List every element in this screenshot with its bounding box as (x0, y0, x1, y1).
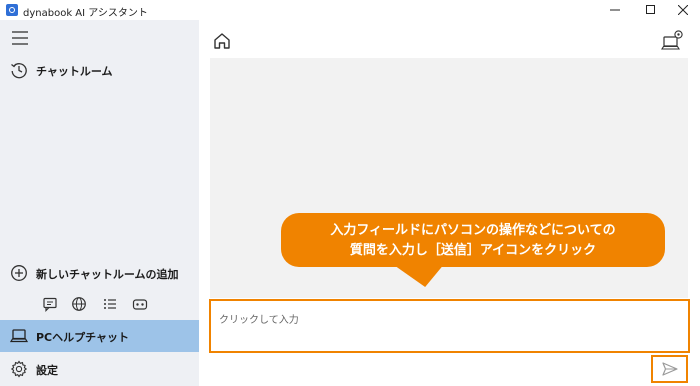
list-icon[interactable] (102, 296, 118, 312)
history-icon (10, 61, 28, 79)
maximize-icon (646, 5, 655, 14)
app-window: dynabook AI アシスタント チャットルーム 新しいチャットルームの追加… (0, 0, 700, 386)
chat-icon[interactable] (42, 296, 58, 312)
sidebar-item-label: PCヘルプチャット (36, 331, 130, 344)
home-icon[interactable] (212, 31, 232, 51)
app-logo-icon (6, 4, 18, 16)
sidebar-item-chatroom[interactable]: チャットルーム (0, 54, 199, 86)
minimize-icon (610, 9, 620, 11)
maximize-button[interactable] (634, 0, 668, 20)
pc-settings-icon[interactable] (661, 29, 685, 51)
window-title: dynabook AI アシスタント (23, 8, 148, 19)
robot-icon[interactable] (132, 296, 148, 312)
sidebar-item-add-chatroom[interactable]: 新しいチャットルームの追加 (0, 257, 199, 289)
gear-icon (10, 360, 28, 378)
laptop-icon (9, 327, 29, 345)
send-button[interactable] (651, 355, 688, 383)
sidebar-item-pc-help-chat[interactable]: PCヘルプチャット (0, 320, 199, 352)
sidebar: チャットルーム 新しいチャットルームの追加 PCヘルプチャット 設定 (0, 20, 199, 386)
sidebar-item-settings[interactable]: 設定 (0, 353, 199, 385)
sidebar-item-label: 新しいチャットルームの追加 (36, 268, 179, 281)
hamburger-icon[interactable] (10, 29, 30, 47)
callout-line-1: 入力フィールドにパソコンの操作などについての (330, 223, 616, 238)
globe-icon[interactable] (71, 296, 87, 312)
close-button[interactable] (666, 0, 700, 20)
callout-line-2: 質問を入力し［送信］アイコンをクリック (349, 243, 597, 258)
chat-input[interactable] (211, 301, 688, 339)
instruction-callout: 入力フィールドにパソコンの操作などについての 質問を入力し［送信］アイコンをクリ… (281, 213, 665, 287)
callout-text: 入力フィールドにパソコンの操作などについての 質問を入力し［送信］アイコンをクリ… (281, 221, 665, 261)
chat-input-box[interactable] (209, 299, 690, 353)
add-circle-icon (10, 264, 28, 282)
close-icon (678, 5, 688, 15)
sidebar-item-label: 設定 (36, 364, 58, 377)
sidebar-item-label: チャットルーム (36, 65, 113, 78)
title-bar: dynabook AI アシスタント (0, 0, 700, 20)
send-icon (662, 362, 678, 376)
quick-icon-row (36, 296, 166, 314)
minimize-button[interactable] (598, 0, 632, 20)
